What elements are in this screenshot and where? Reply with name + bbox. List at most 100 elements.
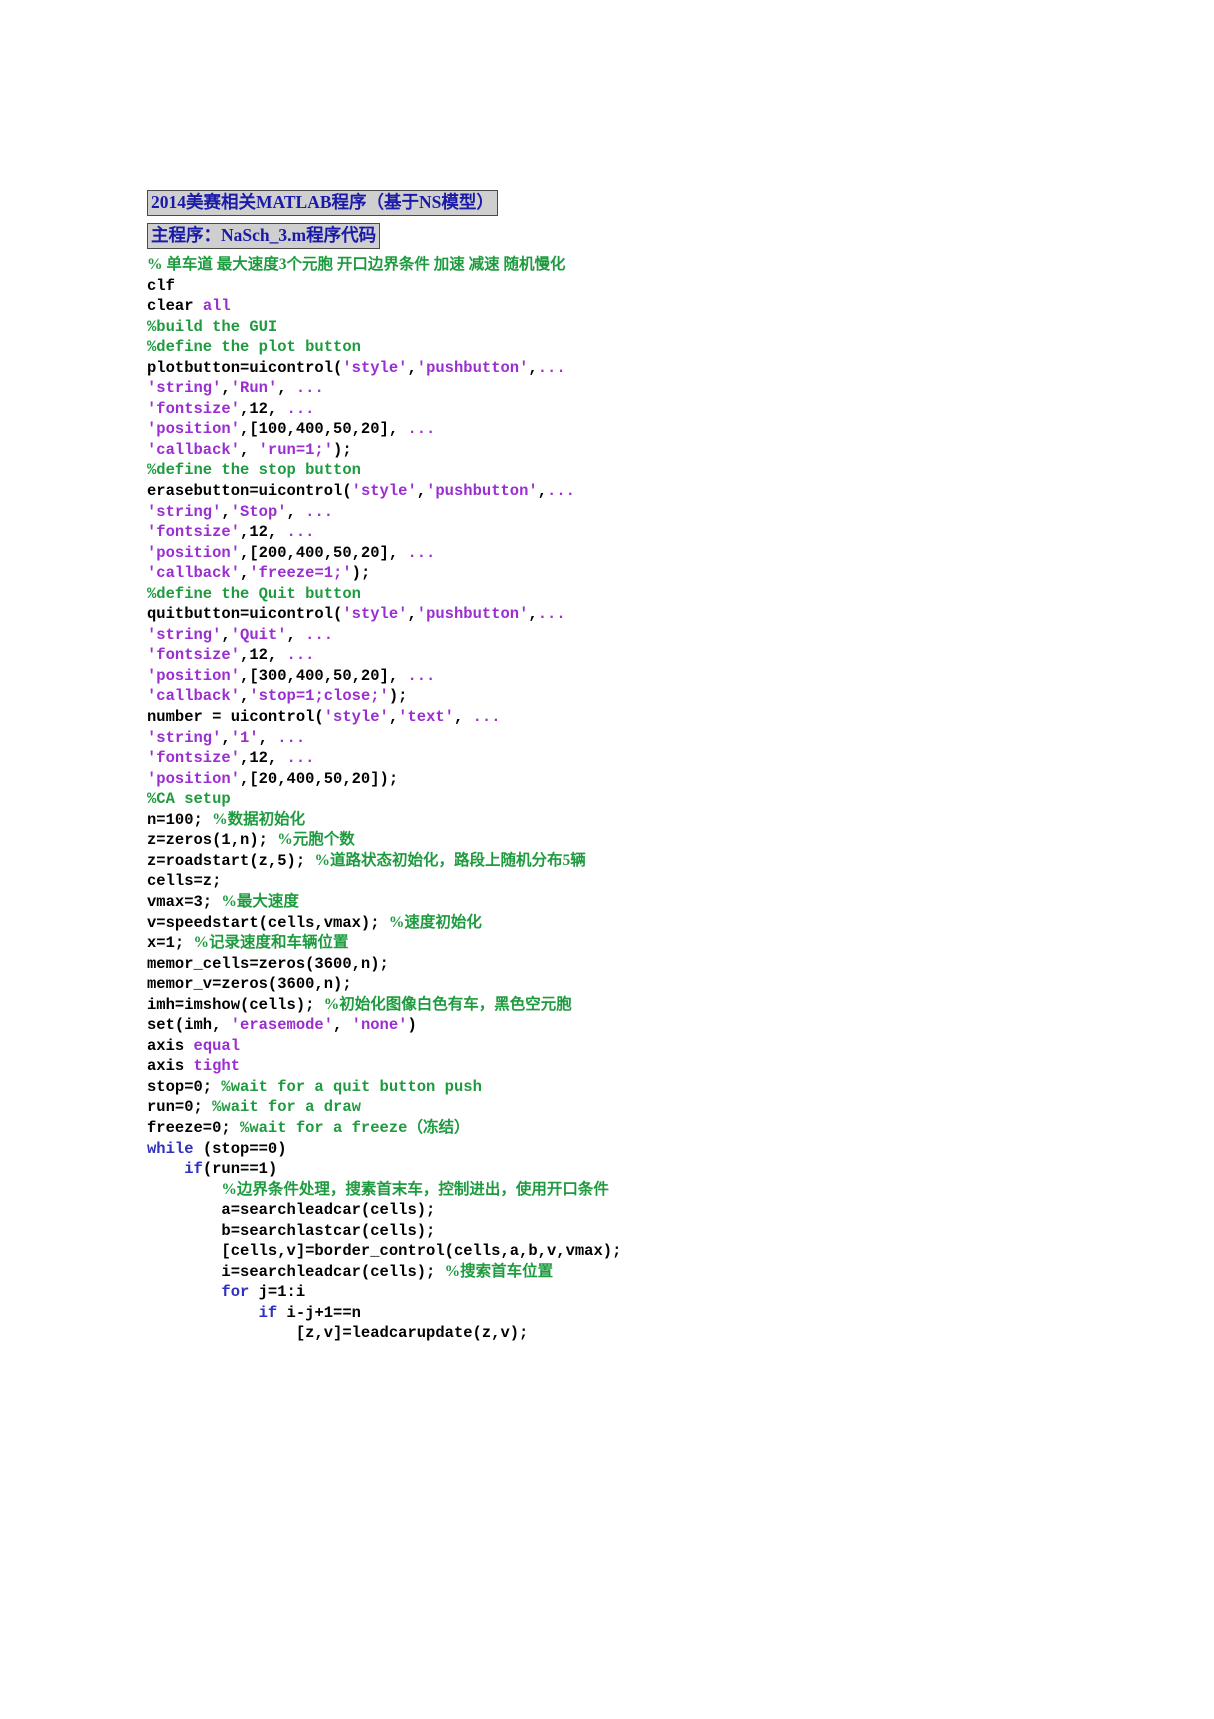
- code-token: %wait for a freeze（冻结）: [240, 1118, 470, 1137]
- code-line: [cells,v]=border_control(cells,a,b,v,vma…: [147, 1241, 1097, 1262]
- code-token: clear: [147, 297, 203, 316]
- code-token: );: [351, 564, 371, 583]
- document-title-secondary: 主程序：NaSch_3.m程序代码: [147, 223, 381, 249]
- code-token: 'position': [147, 666, 241, 685]
- code-token: 'fontsize': [147, 399, 241, 418]
- code-token: ...: [286, 646, 315, 665]
- code-line: %build the GUI: [147, 317, 1097, 338]
- code-line: 'position',[200,400,50,20], ...: [147, 543, 1097, 564]
- code-line: memor_v=zeros(3600,n);: [147, 974, 1097, 995]
- code-token: v=speedstart(cells,vmax);: [147, 913, 389, 932]
- code-token: freeze=0;: [147, 1118, 241, 1137]
- code-token: [cells,v]=border_control(cells,a,b,v,vma…: [147, 1242, 622, 1261]
- code-token: ,: [333, 1016, 352, 1035]
- code-line: %CA setup: [147, 789, 1097, 810]
- code-token: i-j+1==n: [277, 1303, 361, 1322]
- document-content: 2014美赛相关MATLAB程序（基于NS模型） 主程序：NaSch_3.m程序…: [147, 190, 1097, 1344]
- code-token: %初始化图像白色有车，黑色空元胞: [323, 995, 572, 1013]
- code-token: memor_cells=zeros(3600,n);: [147, 954, 389, 973]
- code-token: '1': [230, 728, 259, 747]
- code-line: 'string','Run', ...: [147, 378, 1097, 399]
- code-token: 'callback': [147, 687, 241, 706]
- code-token: ,[200,400,50,20],: [240, 543, 408, 562]
- code-token: 'Stop': [230, 502, 287, 521]
- code-line: 'string','1', ...: [147, 728, 1097, 749]
- code-token: ,: [240, 687, 250, 706]
- code-line: z=zeros(1,n); %元胞个数: [147, 830, 1097, 851]
- code-token: imh=imshow(cells);: [147, 995, 324, 1014]
- code-token: vmax=3;: [147, 892, 222, 911]
- code-token: %define the plot button: [147, 338, 361, 357]
- code-token: 'fontsize': [147, 749, 241, 768]
- code-token: ,: [221, 379, 231, 398]
- code-token: ,: [286, 625, 306, 644]
- code-token: 'pushbutton': [426, 482, 538, 501]
- code-line: 'fontsize',12, ...: [147, 748, 1097, 769]
- code-token: ,12,: [240, 646, 287, 665]
- code-line: %边界条件处理，搜素首末车，控制进出，使用开口条件: [147, 1180, 1097, 1201]
- code-token: b=searchlastcar(cells);: [147, 1221, 436, 1240]
- code-token: %build the GUI: [147, 317, 278, 336]
- code-token: for: [221, 1283, 250, 1302]
- code-token: tight: [193, 1057, 241, 1076]
- code-token: %数据初始化: [212, 810, 306, 828]
- code-line: vmax=3; %最大速度: [147, 892, 1097, 913]
- code-token: ,: [286, 502, 306, 521]
- code-token: ...: [286, 749, 315, 768]
- code-token: plotbutton=uicontrol(: [147, 358, 343, 377]
- code-token: (run==1): [202, 1160, 278, 1179]
- code-line: memor_cells=zeros(3600,n);: [147, 954, 1097, 975]
- code-token: ...: [547, 482, 575, 501]
- code-token: i=searchleadcar(cells);: [147, 1262, 445, 1281]
- code-token: %速度初始化: [388, 913, 482, 931]
- code-token: 'callback': [147, 564, 241, 583]
- code-token: ...: [537, 358, 566, 377]
- code-token: 'erasemode': [230, 1016, 334, 1035]
- code-line: number = uicontrol('style','text', ...: [147, 707, 1097, 728]
- code-token: %记录速度和车辆位置: [193, 934, 349, 952]
- code-line: stop=0; %wait for a quit button push: [147, 1077, 1097, 1098]
- code-token: erasebutton=uicontrol(: [147, 482, 352, 501]
- code-token: ,: [528, 605, 538, 624]
- code-line: %define the Quit button: [147, 584, 1097, 605]
- code-token: stop=0;: [147, 1077, 222, 1096]
- code-line: axis tight: [147, 1056, 1097, 1077]
- code-line: n=100; %数据初始化: [147, 810, 1097, 831]
- matlab-code-block: % 单车道 最大速度3个元胞 开口边界条件 加速 减速 随机慢化 clf clear…: [147, 255, 1097, 1344]
- code-line: erasebutton=uicontrol('style','pushbutto…: [147, 481, 1097, 502]
- code-token: 'text': [398, 708, 454, 727]
- code-line: 'callback','freeze=1;');: [147, 563, 1097, 584]
- code-token: j=1:i: [249, 1283, 306, 1302]
- code-token: 'string': [147, 379, 222, 398]
- code-token: ,: [221, 728, 231, 747]
- code-line: cells=z;: [147, 871, 1097, 892]
- code-line: % 单车道 最大速度3个元胞 开口边界条件 加速 减速 随机慢化: [147, 255, 1097, 276]
- code-token: ...: [277, 728, 306, 747]
- code-token: 'position': [147, 543, 241, 562]
- code-token: clf: [147, 276, 175, 295]
- code-token: ,: [407, 358, 417, 377]
- code-line: x=1; %记录速度和车辆位置: [147, 933, 1097, 954]
- code-token: 'pushbutton': [416, 605, 529, 624]
- code-line: 'callback', 'run=1;');: [147, 440, 1097, 461]
- code-token: ,: [258, 728, 278, 747]
- code-token: ,: [388, 708, 399, 727]
- code-token: z=roadstart(z,5);: [147, 851, 315, 870]
- document-page: 2014美赛相关MATLAB程序（基于NS模型） 主程序：NaSch_3.m程序…: [0, 0, 1214, 1719]
- code-line: if i-j+1==n: [147, 1303, 1097, 1324]
- code-token: a=searchleadcar(cells);: [147, 1201, 436, 1220]
- code-token: ,: [221, 502, 231, 521]
- code-line: 'position',[20,400,50,20]);: [147, 769, 1097, 790]
- code-token: while: [147, 1139, 203, 1158]
- code-token: %元胞个数: [277, 831, 355, 849]
- code-token: ,: [240, 440, 259, 459]
- code-line: axis equal: [147, 1036, 1097, 1057]
- code-token: all: [202, 297, 231, 316]
- code-token: ,: [528, 358, 538, 377]
- code-token: %wait for a draw: [212, 1098, 361, 1117]
- code-token: ...: [407, 543, 436, 562]
- code-token: cells=z;: [147, 872, 222, 891]
